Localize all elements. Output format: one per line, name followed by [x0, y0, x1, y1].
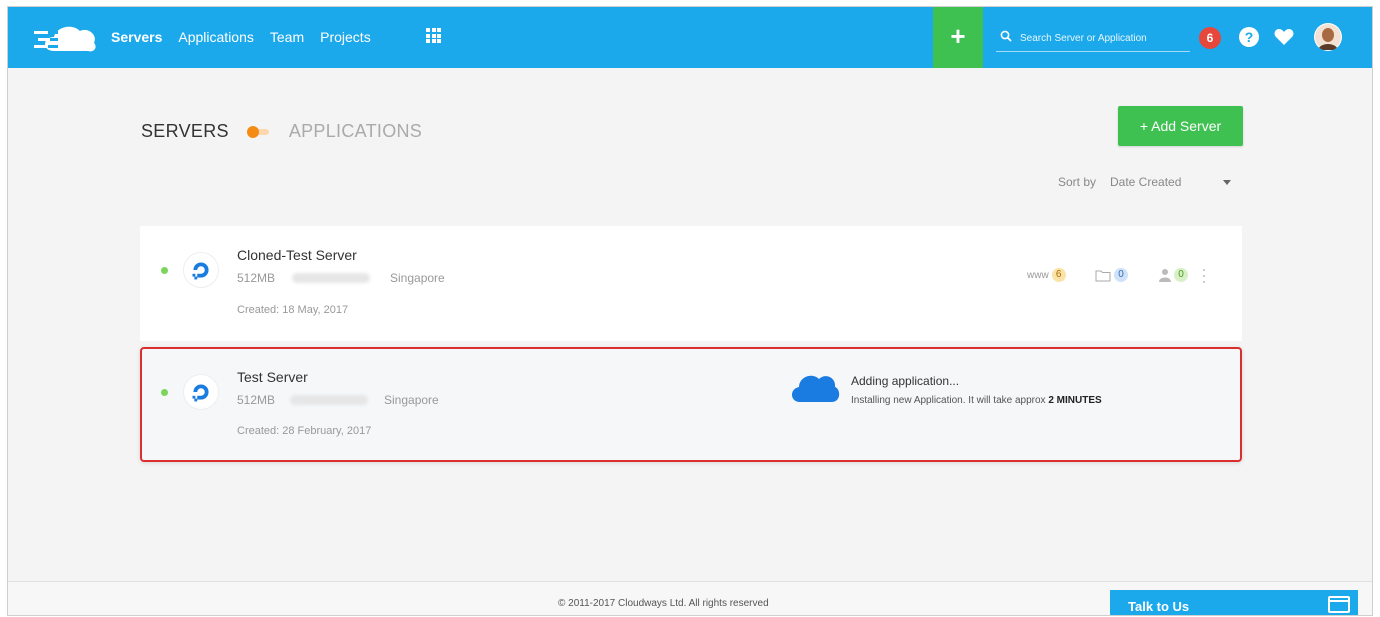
- help-icon[interactable]: ?: [1239, 27, 1259, 47]
- digitalocean-icon: [183, 252, 219, 288]
- more-options-icon[interactable]: [1203, 269, 1207, 283]
- progress-message: Installing new Application. It will take…: [851, 395, 1102, 406]
- progress-title: Adding application...: [851, 374, 960, 388]
- top-navbar: Servers Applications Team Projects + 6 ?: [8, 7, 1372, 68]
- users-count-badge: 0: [1174, 268, 1188, 282]
- progress-time: 2 MINUTES: [1048, 395, 1102, 406]
- nav-item-team[interactable]: Team: [270, 29, 304, 45]
- folder-icon: [1095, 270, 1111, 281]
- status-dot: [161, 389, 168, 396]
- servers-view-label[interactable]: SERVERS: [141, 121, 229, 142]
- server-ip-redacted: [292, 273, 370, 283]
- status-dot: [161, 267, 168, 274]
- cloud-icon: [791, 375, 840, 402]
- users-stat[interactable]: 0: [1159, 268, 1188, 282]
- server-size: 512MB: [237, 393, 276, 407]
- server-location: Singapore: [384, 393, 439, 407]
- nav-item-servers[interactable]: Servers: [111, 29, 162, 45]
- nav-item-projects[interactable]: Projects: [320, 29, 371, 45]
- search-input[interactable]: [1020, 28, 1188, 48]
- server-created-date: Created: 18 May, 2017: [237, 304, 349, 316]
- nav-item-applications[interactable]: Applications: [178, 29, 254, 45]
- server-created-date: Created: 28 February, 2017: [237, 425, 372, 437]
- folders-stat[interactable]: 0: [1095, 268, 1128, 282]
- folders-count-badge: 0: [1114, 268, 1128, 282]
- server-name[interactable]: Test Server: [237, 369, 308, 385]
- view-toggle[interactable]: [246, 125, 271, 138]
- cloudways-logo[interactable]: [32, 21, 98, 55]
- talk-to-us-button[interactable]: Talk to Us: [1110, 590, 1358, 615]
- www-apps-stat[interactable]: www 6: [1027, 268, 1066, 282]
- talk-to-us-label: Talk to Us: [1128, 599, 1190, 614]
- user-avatar[interactable]: [1314, 23, 1342, 51]
- page-title: SERVERS APPLICATIONS: [141, 121, 422, 142]
- server-card[interactable]: Cloned-Test Server 512MB Singapore Creat…: [140, 226, 1242, 341]
- search-box: [996, 24, 1190, 52]
- main-nav: Servers Applications Team Projects: [111, 29, 387, 45]
- digitalocean-icon: [183, 374, 219, 410]
- heart-icon[interactable]: [1274, 28, 1294, 46]
- quick-add-button[interactable]: +: [933, 7, 983, 68]
- app-window: Servers Applications Team Projects + 6 ?: [7, 6, 1373, 616]
- applications-view-label[interactable]: APPLICATIONS: [289, 121, 422, 142]
- server-size: 512MB: [237, 271, 276, 285]
- footer: © 2011-2017 Cloudways Ltd. All rights re…: [8, 581, 1372, 615]
- sort-select[interactable]: Date Created: [1110, 175, 1181, 189]
- chat-window-icon: [1328, 596, 1350, 613]
- apps-count-badge: 6: [1051, 268, 1066, 282]
- www-icon: www: [1027, 269, 1049, 281]
- server-card[interactable]: Test Server 512MB Singapore Created: 28 …: [140, 347, 1242, 462]
- server-ip-redacted: [290, 395, 368, 405]
- server-name[interactable]: Cloned-Test Server: [237, 247, 357, 263]
- notification-badge[interactable]: 6: [1199, 27, 1221, 49]
- copyright-text: © 2011-2017 Cloudways Ltd. All rights re…: [558, 598, 769, 609]
- sort-label: Sort by: [1058, 175, 1097, 189]
- grid-icon[interactable]: [426, 28, 441, 43]
- chevron-down-icon[interactable]: [1223, 180, 1231, 185]
- search-icon: [1000, 30, 1012, 42]
- user-icon: [1159, 269, 1171, 282]
- server-location: Singapore: [390, 271, 445, 285]
- avatar-image: [1315, 24, 1341, 50]
- add-server-button[interactable]: + Add Server: [1118, 106, 1243, 146]
